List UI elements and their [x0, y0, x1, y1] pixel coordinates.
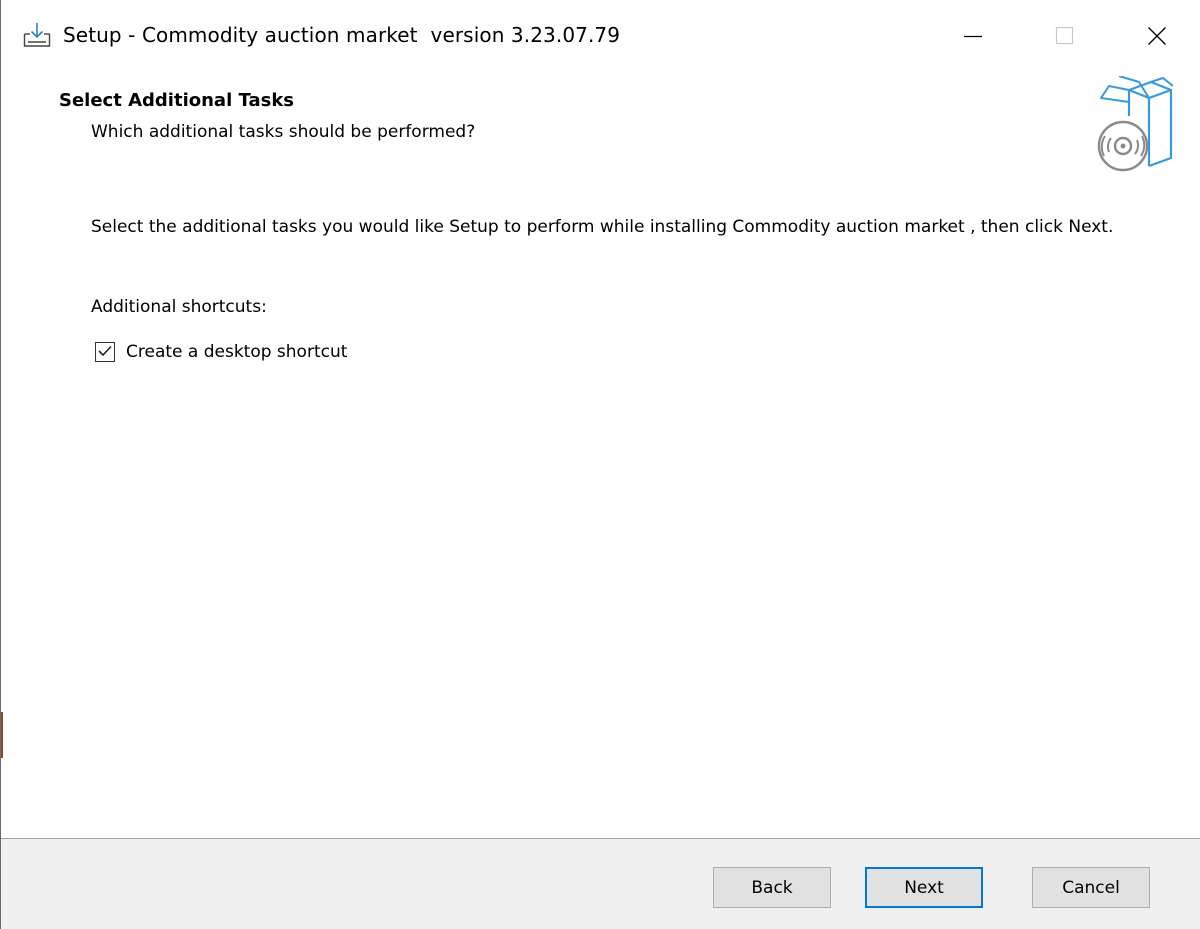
button-bar: [1, 838, 1200, 929]
task-item-desktop-shortcut[interactable]: Create a desktop shortcut: [95, 340, 347, 364]
install-box-disc-icon: [1089, 75, 1174, 172]
minimize-icon: [963, 26, 983, 46]
header-divider: [1, 178, 1200, 179]
background-window-edge: [1, 712, 3, 758]
installer-download-icon: [23, 22, 51, 48]
shortcuts-group-label: Additional shortcuts:: [91, 297, 267, 317]
close-button[interactable]: [1111, 0, 1200, 72]
desktop-shortcut-checkbox[interactable]: [95, 342, 115, 362]
window-title: Setup - Commodity auction market version…: [63, 23, 621, 47]
checkmark-icon: [97, 343, 113, 362]
desktop-shortcut-label[interactable]: Create a desktop shortcut: [126, 342, 347, 362]
page-title: Select Additional Tasks: [59, 90, 295, 111]
task-description: Select the additional tasks you would li…: [91, 217, 1114, 237]
next-button[interactable]: Next: [865, 867, 983, 908]
title-bar[interactable]: Setup - Commodity auction market version…: [1, 0, 1200, 74]
close-icon: [1147, 26, 1167, 46]
setup-window: Setup - Commodity auction market version…: [0, 0, 1200, 929]
maximize-button[interactable]: [1019, 0, 1111, 72]
cancel-button[interactable]: Cancel: [1032, 867, 1150, 908]
page-subtitle: Which additional tasks should be perform…: [91, 122, 476, 142]
back-button[interactable]: Back: [713, 867, 831, 908]
minimize-button[interactable]: [927, 0, 1019, 72]
maximize-icon: [1055, 26, 1075, 46]
